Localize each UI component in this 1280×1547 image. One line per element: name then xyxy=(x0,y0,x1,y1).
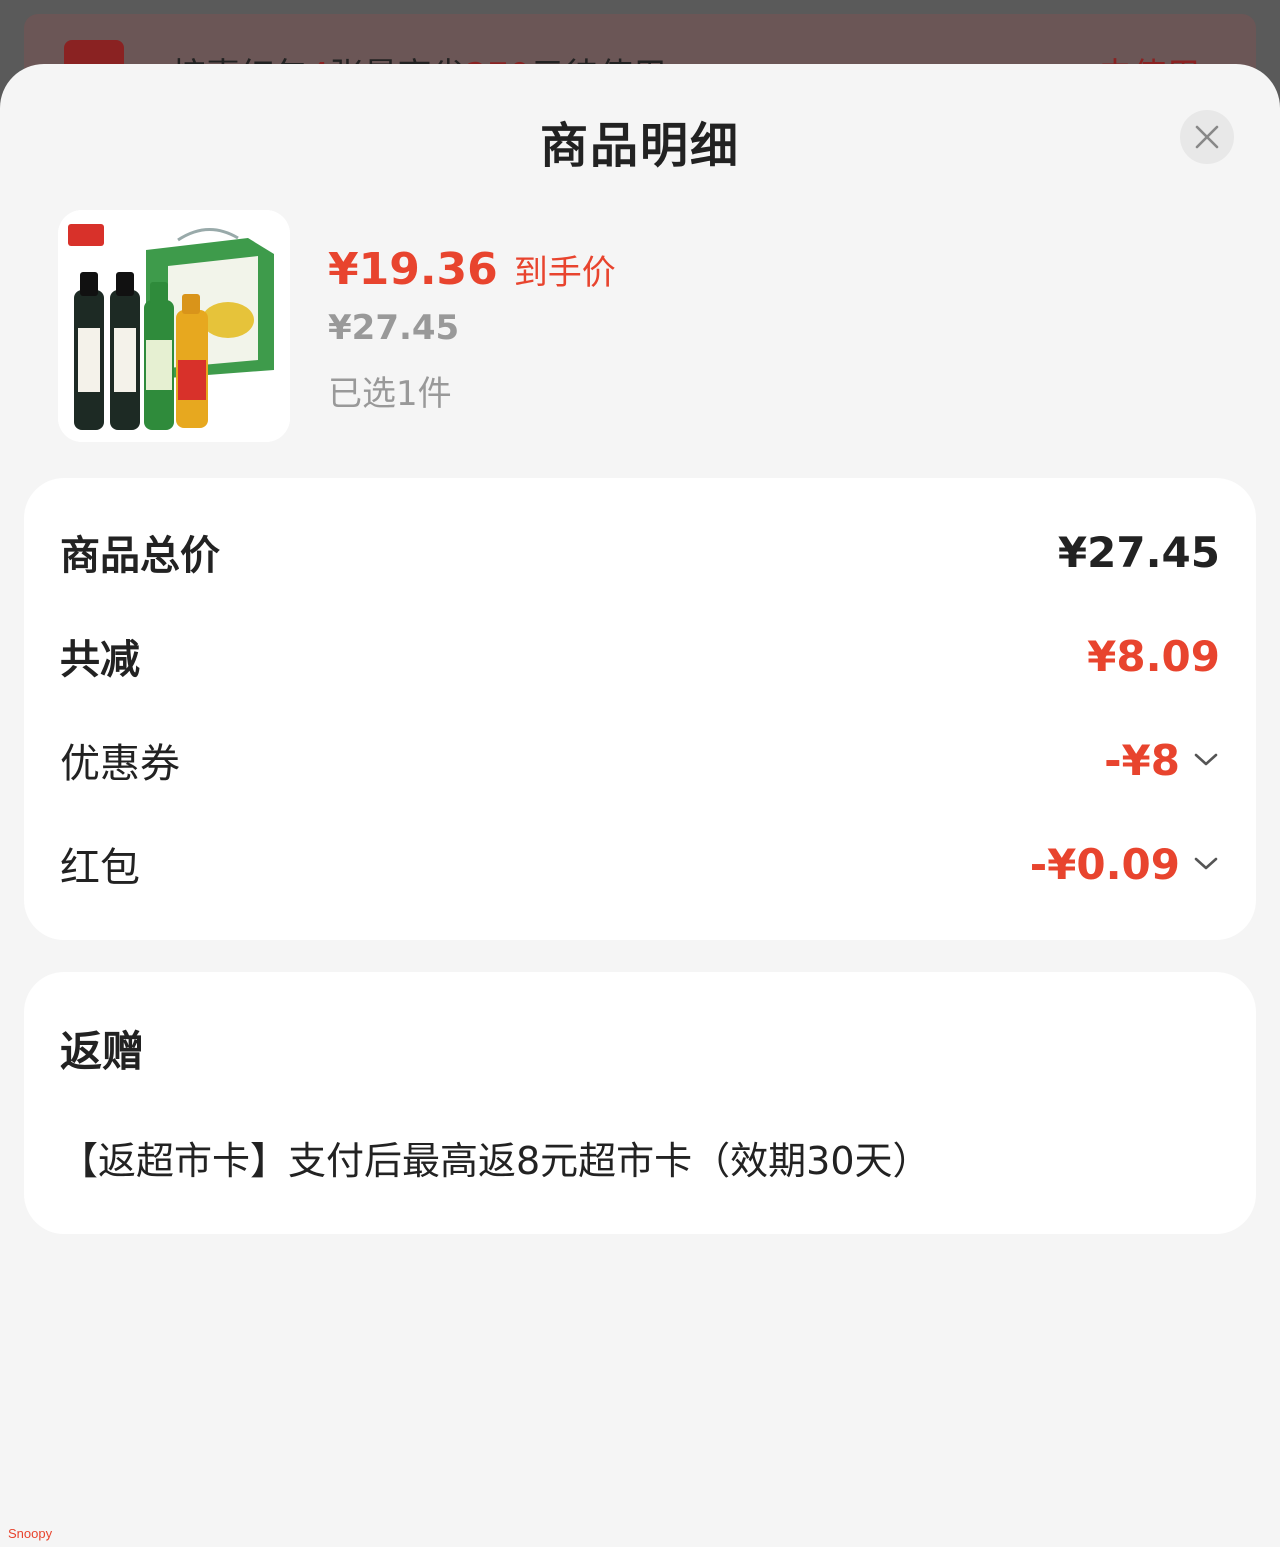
original-price: ¥27.45 xyxy=(328,308,460,348)
close-icon xyxy=(1195,125,1219,149)
product-detail-sheet: 商品明细 ¥19.36 到手价 ¥27.45 已选1件 商品总价 ¥27.45 … xyxy=(0,64,1280,1547)
final-price: ¥19.36 xyxy=(328,244,498,295)
product-image[interactable] xyxy=(58,210,290,442)
price-summary-card: 商品总价 ¥27.45 共减 ¥8.09 优惠券 -¥8 红包 -¥0.09 xyxy=(24,478,1256,940)
sheet-title: 商品明细 xyxy=(539,118,740,174)
red-packet-value-group[interactable]: -¥0.09 xyxy=(1030,840,1220,889)
coupon-value: -¥8 xyxy=(1104,735,1180,785)
gift-card: 返赠 【返超市卡】支付后最高返8元超市卡（效期30天） xyxy=(24,972,1256,1234)
final-price-line: ¥19.36 到手价 xyxy=(328,244,616,295)
product-illustration xyxy=(58,210,290,442)
summary-row-discount: 共减 ¥8.09 xyxy=(60,626,1220,686)
summary-row-total: 商品总价 ¥27.45 xyxy=(60,522,1220,582)
total-discount-label: 共减 xyxy=(60,637,140,683)
total-price-label: 商品总价 xyxy=(60,533,220,579)
final-price-label: 到手价 xyxy=(513,253,616,293)
selected-count: 已选1件 xyxy=(328,374,452,414)
gift-description: 【返超市卡】支付后最高返8元超市卡（效期30天） xyxy=(60,1139,931,1183)
coupon-value-group[interactable]: -¥8 xyxy=(1104,736,1220,785)
chevron-down-icon[interactable] xyxy=(1192,850,1220,878)
red-packet-label: 红包 xyxy=(60,845,140,891)
watermark: Snoopy xyxy=(8,1526,53,1541)
summary-row-red-packet[interactable]: 红包 -¥0.09 xyxy=(60,834,1220,894)
summary-row-coupon[interactable]: 优惠券 -¥8 xyxy=(60,730,1220,790)
gift-title: 返赠 xyxy=(60,1027,145,1076)
total-discount-value: ¥8.09 xyxy=(1087,631,1220,681)
total-price-value: ¥27.45 xyxy=(1057,527,1220,577)
coupon-label: 优惠券 xyxy=(60,741,180,787)
chevron-down-icon[interactable] xyxy=(1192,746,1220,774)
close-button[interactable] xyxy=(1180,110,1234,164)
red-packet-value: -¥0.09 xyxy=(1029,839,1180,889)
